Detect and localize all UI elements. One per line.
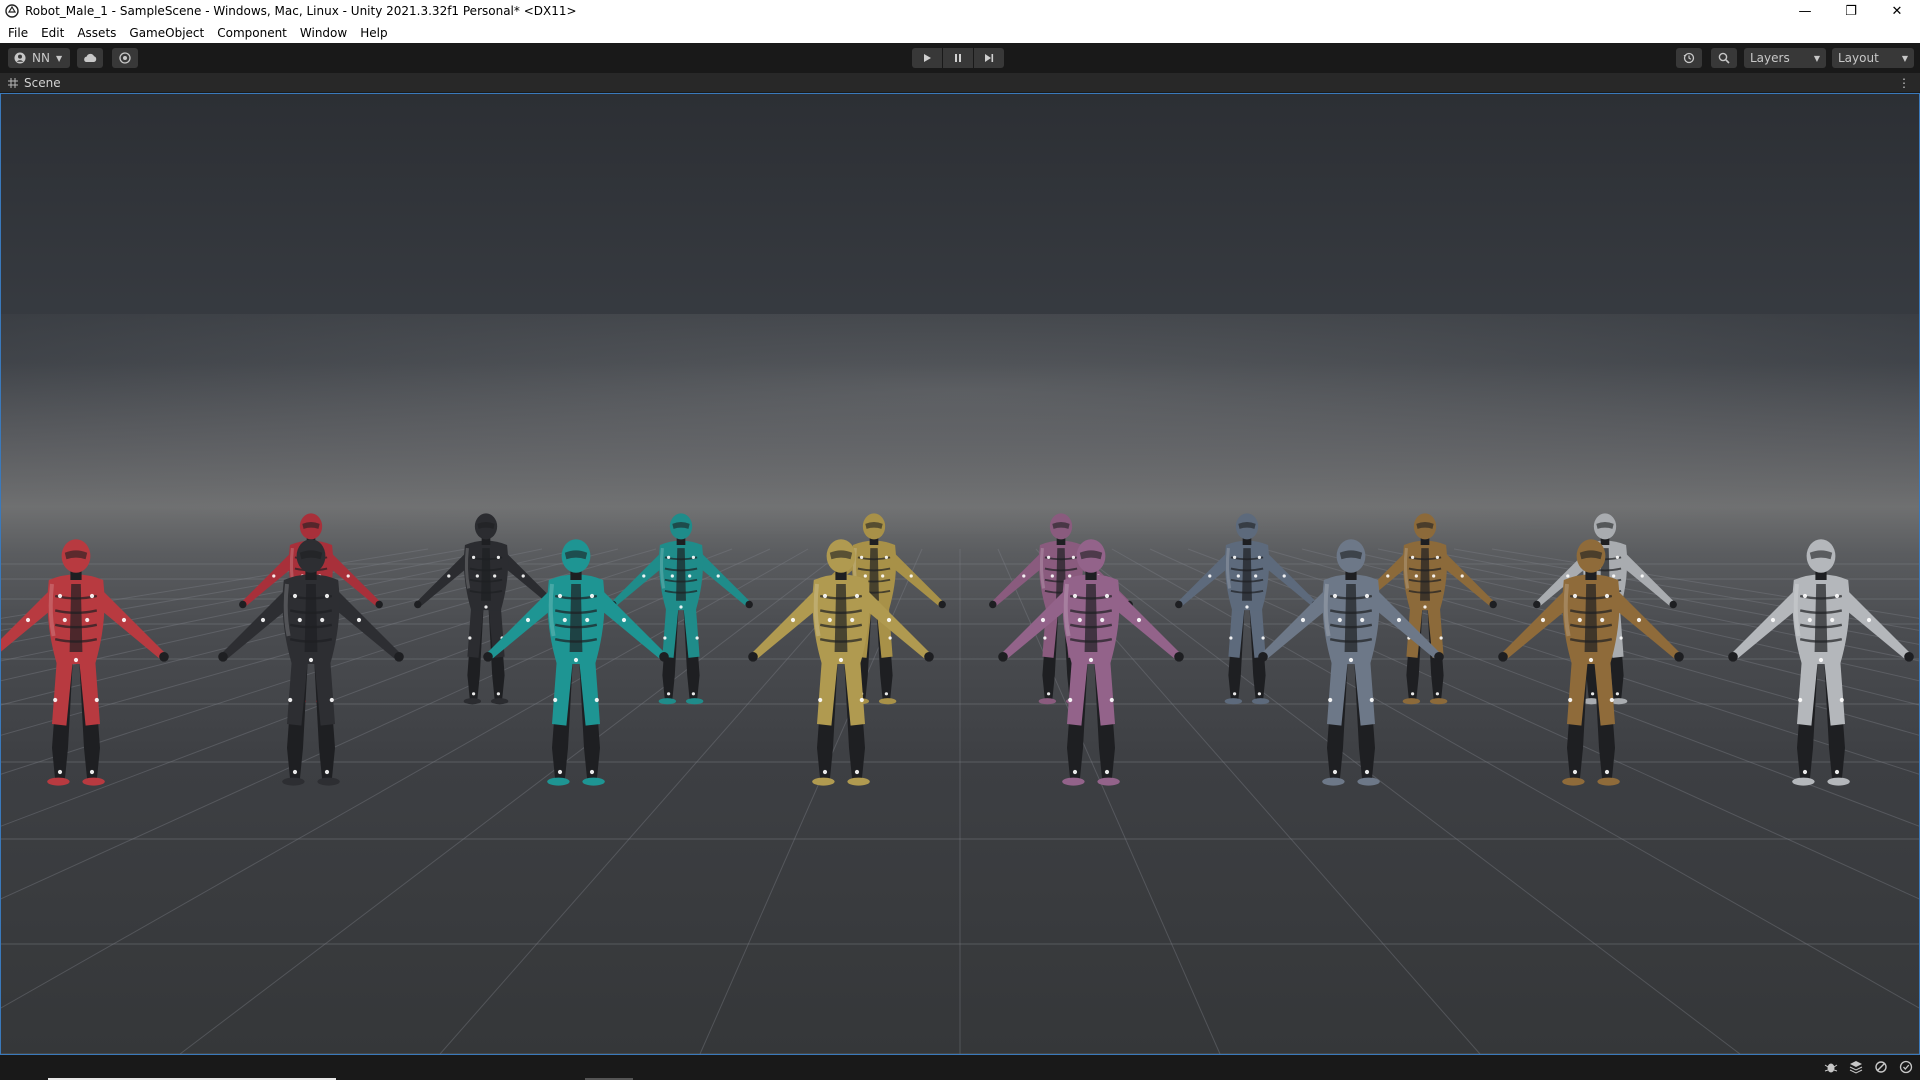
history-icon bbox=[1683, 52, 1695, 64]
menu-window[interactable]: Window bbox=[300, 26, 347, 40]
menu-file[interactable]: File bbox=[8, 26, 28, 40]
collab-icon bbox=[119, 52, 131, 64]
collab-button[interactable] bbox=[112, 48, 138, 68]
main-toolbar: NN ▼ Layers ▼ Layout ▼ bbox=[0, 43, 1920, 73]
scene-viewport[interactable] bbox=[0, 93, 1920, 1055]
tab-scene[interactable]: Scene bbox=[0, 73, 71, 93]
status-icons bbox=[1823, 1059, 1914, 1075]
layout-label: Layout bbox=[1838, 51, 1879, 65]
grid-line bbox=[1453, 548, 1919, 631]
menu-component[interactable]: Component bbox=[217, 26, 287, 40]
check-icon[interactable] bbox=[1898, 1059, 1914, 1075]
restore-button[interactable]: ❐ bbox=[1828, 0, 1874, 22]
robot-front-red[interactable] bbox=[1, 539, 169, 786]
pause-button[interactable] bbox=[943, 48, 973, 68]
title-bar: Robot_Male_1 - SampleScene - Windows, Ma… bbox=[0, 0, 1920, 22]
step-icon bbox=[985, 54, 994, 62]
layers-dropdown[interactable]: Layers ▼ bbox=[1744, 48, 1826, 68]
grid-icon bbox=[8, 78, 18, 88]
cloud-button[interactable] bbox=[77, 48, 103, 68]
play-button[interactable] bbox=[912, 48, 942, 68]
step-button[interactable] bbox=[974, 48, 1004, 68]
pause-icon bbox=[955, 54, 961, 62]
account-label: NN bbox=[32, 51, 50, 65]
status-bar bbox=[0, 1055, 1920, 1080]
robot-front-black[interactable] bbox=[218, 539, 404, 786]
layers-label: Layers bbox=[1750, 51, 1790, 65]
unity-logo-icon bbox=[5, 4, 19, 18]
account-icon bbox=[14, 52, 26, 64]
window-controls: — ❐ ✕ bbox=[1782, 0, 1920, 22]
scene-tab-bar: Scene ⋮ bbox=[0, 73, 1920, 93]
chevron-down-icon: ▼ bbox=[55, 53, 63, 63]
bug-icon[interactable] bbox=[1823, 1059, 1839, 1075]
undo-history-button[interactable] bbox=[1676, 48, 1702, 68]
chevron-down-icon: ▼ bbox=[1901, 53, 1908, 63]
menu-help[interactable]: Help bbox=[360, 26, 387, 40]
play-controls bbox=[912, 48, 1004, 68]
horizon-fog bbox=[1, 314, 1919, 534]
menu-gameobject[interactable]: GameObject bbox=[129, 26, 204, 40]
layout-dropdown[interactable]: Layout ▼ bbox=[1832, 48, 1914, 68]
menu-edit[interactable]: Edit bbox=[41, 26, 64, 40]
robots-back-row bbox=[239, 513, 1677, 705]
cloud-icon bbox=[84, 53, 97, 62]
robots-front-row bbox=[1, 539, 1914, 786]
tab-scene-label: Scene bbox=[24, 76, 61, 90]
search-icon bbox=[1718, 52, 1730, 64]
debug-icon[interactable] bbox=[1873, 1059, 1889, 1075]
layers-stack-icon[interactable] bbox=[1848, 1059, 1864, 1075]
window-title: Robot_Male_1 - SampleScene - Windows, Ma… bbox=[25, 4, 577, 18]
close-button[interactable]: ✕ bbox=[1874, 0, 1920, 22]
play-icon bbox=[924, 54, 931, 62]
grid-line bbox=[1, 548, 771, 900]
robot-back-teal[interactable] bbox=[609, 513, 753, 705]
account-dropdown[interactable]: NN ▼ bbox=[8, 48, 70, 68]
minimize-button[interactable]: — bbox=[1782, 0, 1828, 22]
robot-front-silver[interactable] bbox=[1728, 539, 1914, 786]
scene-canvas[interactable] bbox=[1, 94, 1919, 1054]
robot-back-blue-grey[interactable] bbox=[1175, 513, 1319, 705]
tab-menu-icon[interactable]: ⋮ bbox=[1898, 76, 1910, 90]
menu-assets[interactable]: Assets bbox=[77, 26, 116, 40]
chevron-down-icon: ▼ bbox=[1813, 53, 1820, 63]
menu-bar: File Edit Assets GameObject Component Wi… bbox=[0, 22, 1920, 43]
search-button[interactable] bbox=[1711, 48, 1737, 68]
grid-line bbox=[179, 548, 847, 1054]
robot-front-bronze[interactable] bbox=[1498, 539, 1684, 786]
